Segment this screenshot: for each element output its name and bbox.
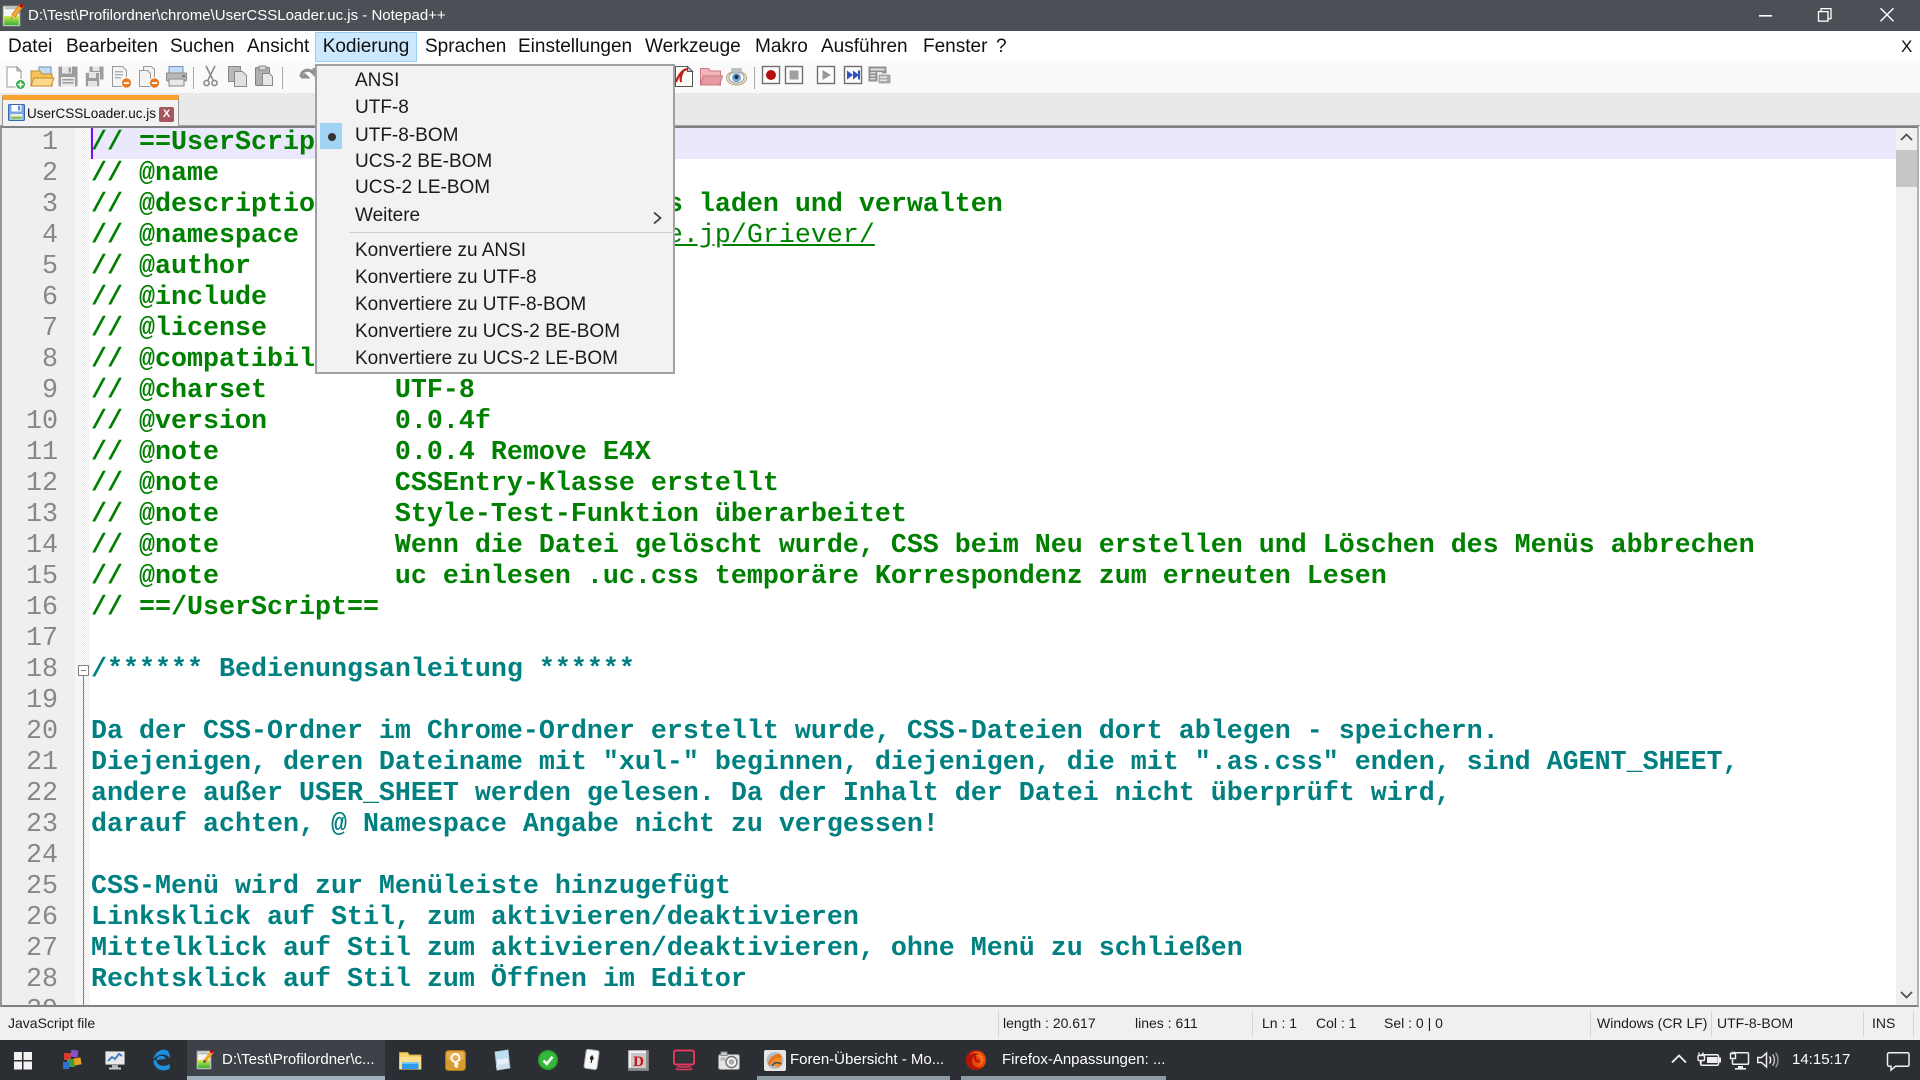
svg-text:D: D <box>633 1054 644 1070</box>
